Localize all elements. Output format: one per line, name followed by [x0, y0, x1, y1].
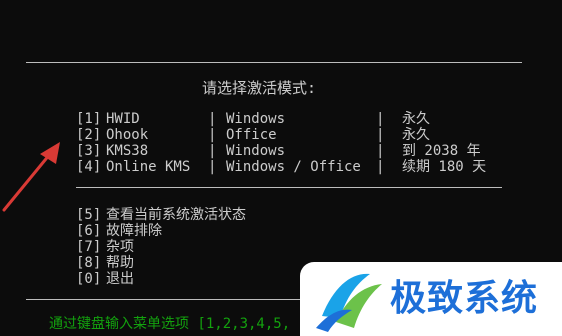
option-name: KMS38	[106, 143, 149, 159]
option-key: [0]	[76, 271, 102, 287]
option-key: [3]	[76, 143, 102, 159]
option-hwid[interactable]: [1] HWID | Windows | 永久	[0, 111, 430, 127]
mode-prompt: 请选择激活模式:	[202, 79, 317, 97]
option-target: Windows	[226, 143, 286, 159]
option-duration: 永久	[402, 127, 430, 143]
red-arrow-icon	[2, 142, 60, 212]
column-separator: |	[376, 111, 385, 127]
option-key: [6]	[76, 223, 102, 239]
watermark-logo-icon	[316, 273, 382, 332]
option-misc[interactable]: [7] 杂项	[0, 239, 134, 255]
column-separator: |	[376, 143, 385, 159]
option-duration: 续期 180 天	[402, 159, 487, 175]
option-target: Windows / Office	[226, 159, 361, 175]
column-separator: |	[376, 127, 385, 143]
option-troubleshoot[interactable]: [6] 故障排除	[0, 223, 162, 239]
option-key: [8]	[76, 255, 102, 271]
column-separator: |	[208, 143, 217, 159]
watermark-text: 极致系统	[390, 278, 539, 319]
option-duration: 到 2038 年	[402, 143, 481, 159]
column-separator: |	[208, 159, 217, 175]
option-key: [1]	[76, 111, 102, 127]
option-key: [5]	[76, 207, 102, 223]
option-duration: 永久	[402, 111, 430, 127]
option-help[interactable]: [8] 帮助	[0, 255, 134, 271]
option-key: [7]	[76, 239, 102, 255]
option-label: 退出	[106, 271, 134, 287]
option-target: Windows	[226, 111, 286, 127]
column-separator: |	[208, 111, 217, 127]
option-name: HWID	[106, 111, 140, 127]
option-name: Online KMS	[106, 159, 191, 175]
option-target: Office	[226, 127, 277, 143]
option-name: Ohook	[106, 127, 149, 143]
middle-divider	[76, 187, 502, 188]
option-exit[interactable]: [0] 退出	[0, 271, 134, 287]
column-separator: |	[208, 127, 217, 143]
option-label: 故障排除	[106, 223, 162, 239]
option-key: [4]	[76, 159, 102, 175]
option-label: 帮助	[106, 255, 134, 271]
input-prompt: 通过键盘输入菜单选项 [1,2,3,4,5,	[49, 316, 291, 332]
column-separator: |	[376, 159, 385, 175]
top-divider	[26, 62, 522, 63]
option-label: 查看当前系统激活状态	[106, 207, 246, 223]
option-label: 杂项	[106, 239, 134, 255]
option-key: [2]	[76, 127, 102, 143]
